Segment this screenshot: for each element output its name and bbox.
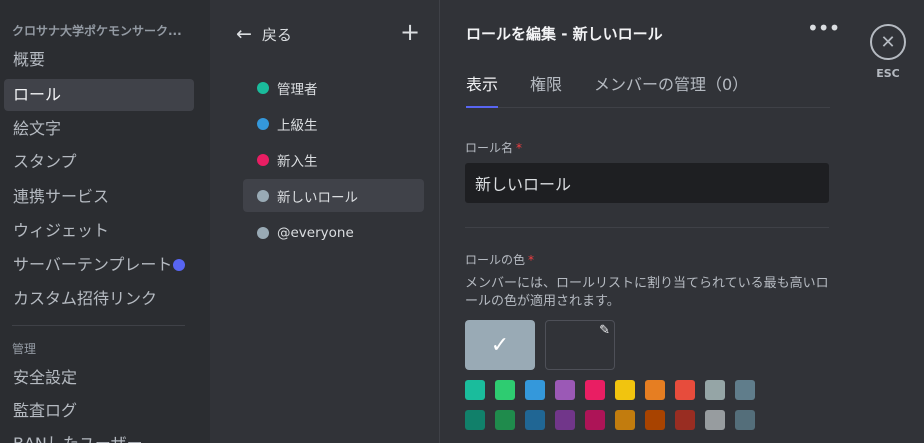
role-color-dot	[257, 189, 269, 202]
role-color-dot	[257, 153, 269, 166]
arrow-left-icon: ←	[236, 23, 252, 45]
color-swatch[interactable]	[705, 410, 725, 430]
sidebar-divider	[12, 325, 185, 326]
color-swatch[interactable]	[675, 410, 695, 430]
role-item[interactable]: 上級生	[243, 107, 424, 140]
color-swatch[interactable]	[465, 410, 485, 430]
role-item[interactable]: @everyone	[243, 216, 424, 249]
settings-sidebar: クロサナ大学ポケモンサーク... 概要 ロール 絵文字 スタンプ 連携サービス …	[0, 0, 210, 443]
color-swatch[interactable]	[585, 380, 605, 400]
sidebar-item-audit-log[interactable]: 監査ログ	[4, 395, 194, 427]
more-icon[interactable]: •••	[807, 18, 840, 38]
role-item-selected[interactable]: 新しいロール	[243, 179, 424, 212]
color-swatch[interactable]	[525, 410, 545, 430]
color-swatch[interactable]	[585, 410, 605, 430]
sidebar-item-label: カスタム招待リンク	[13, 289, 158, 308]
role-name-label: ロール名 *	[465, 139, 522, 156]
editor-tabs: 表示 権限 メンバーの管理（0）	[466, 70, 830, 108]
sidebar-item-label: BANしたユーザー	[13, 434, 143, 443]
color-swatch[interactable]	[705, 380, 725, 400]
color-swatch[interactable]	[465, 380, 485, 400]
sidebar-item-label: サーバーテンプレート	[13, 255, 173, 274]
tab-permissions[interactable]: 権限	[530, 71, 562, 109]
close-button[interactable]: ✕	[870, 24, 906, 60]
color-swatch[interactable]	[615, 410, 635, 430]
sidebar-item-widget[interactable]: ウィジェット	[4, 215, 194, 247]
color-swatch[interactable]	[525, 380, 545, 400]
sidebar-item-label: 監査ログ	[13, 401, 78, 420]
color-swatch-row	[465, 410, 755, 430]
close-icon: ✕	[880, 31, 896, 53]
sidebar-item-label: ウィジェット	[13, 221, 110, 240]
role-color-dot	[257, 81, 269, 94]
color-swatch[interactable]	[495, 410, 515, 430]
sidebar-item-bans[interactable]: BANしたユーザー	[4, 428, 194, 443]
back-label: 戻る	[261, 26, 292, 44]
custom-color-swatch[interactable]: ✎	[545, 320, 615, 370]
color-swatch[interactable]	[555, 410, 575, 430]
default-color-swatch[interactable]: ✓	[465, 320, 535, 370]
color-swatch[interactable]	[645, 410, 665, 430]
role-name: 新しいロール	[277, 189, 358, 206]
role-item[interactable]: 管理者	[243, 71, 424, 104]
role-color-label-text: ロールの色	[465, 253, 526, 267]
role-item[interactable]: 新入生	[243, 143, 424, 176]
sidebar-item-label: 絵文字	[13, 119, 62, 138]
color-swatch[interactable]	[645, 380, 665, 400]
color-swatch[interactable]	[675, 380, 695, 400]
server-name: クロサナ大学ポケモンサーク...	[12, 24, 182, 38]
plus-icon[interactable]: +	[400, 20, 420, 44]
required-mark: *	[516, 141, 523, 155]
sidebar-item-roles[interactable]: ロール	[4, 79, 194, 111]
role-color-dot	[257, 117, 269, 130]
editor-title: ロールを編集 - 新しいロール	[466, 25, 663, 43]
sidebar-item-server-template[interactable]: サーバーテンプレート	[4, 249, 194, 281]
role-name: 管理者	[277, 81, 318, 98]
role-color-label: ロールの色 *	[465, 251, 534, 268]
sidebar-item-label: ロール	[13, 85, 62, 104]
role-list-panel: ← 戻る + 管理者 上級生 新入生 新しいロール @everyone	[210, 0, 440, 443]
section-divider	[465, 227, 829, 228]
sidebar-item-overview[interactable]: 概要	[4, 44, 194, 76]
color-swatch[interactable]	[735, 380, 755, 400]
tab-manage-members[interactable]: メンバーの管理（0）	[594, 71, 748, 109]
active-tab-indicator	[466, 106, 498, 108]
required-mark: *	[528, 253, 535, 267]
color-swatch[interactable]	[555, 380, 575, 400]
role-name: @everyone	[277, 224, 354, 241]
check-icon: ✓	[490, 332, 510, 358]
role-name: 新入生	[277, 153, 318, 170]
sidebar-section-header: 管理	[12, 342, 37, 356]
sidebar-item-stickers[interactable]: スタンプ	[4, 146, 194, 178]
role-color-description: メンバーには、ロールリストに割り当てられている最も高いロールの色が適用されます。	[465, 276, 829, 309]
color-swatch[interactable]	[735, 410, 755, 430]
color-swatch[interactable]	[615, 380, 635, 400]
color-swatch[interactable]	[495, 380, 515, 400]
sidebar-item-label: 安全設定	[13, 368, 78, 387]
eyedropper-icon: ✎	[599, 323, 610, 338]
role-name: 上級生	[277, 117, 318, 134]
sidebar-item-label: 連携サービス	[13, 187, 110, 206]
esc-label: ESC	[876, 67, 900, 80]
role-name-label-text: ロール名	[465, 141, 514, 155]
sidebar-item-label: スタンプ	[13, 152, 77, 171]
sidebar-item-safety[interactable]: 安全設定	[4, 362, 194, 394]
tab-display[interactable]: 表示	[466, 71, 498, 109]
sidebar-item-integrations[interactable]: 連携サービス	[4, 181, 194, 213]
notification-dot	[173, 259, 186, 271]
sidebar-item-emoji[interactable]: 絵文字	[4, 113, 194, 145]
sidebar-item-label: 概要	[13, 50, 46, 69]
role-color-dot	[257, 226, 269, 239]
role-name-input[interactable]	[465, 163, 829, 203]
role-editor: ロールを編集 - 新しいロール ••• 表示 権限 メンバーの管理（0） ロール…	[441, 0, 841, 443]
color-swatch-row	[465, 380, 755, 400]
back-button[interactable]: ← 戻る	[236, 24, 292, 45]
sidebar-item-custom-invite[interactable]: カスタム招待リンク	[4, 283, 194, 315]
